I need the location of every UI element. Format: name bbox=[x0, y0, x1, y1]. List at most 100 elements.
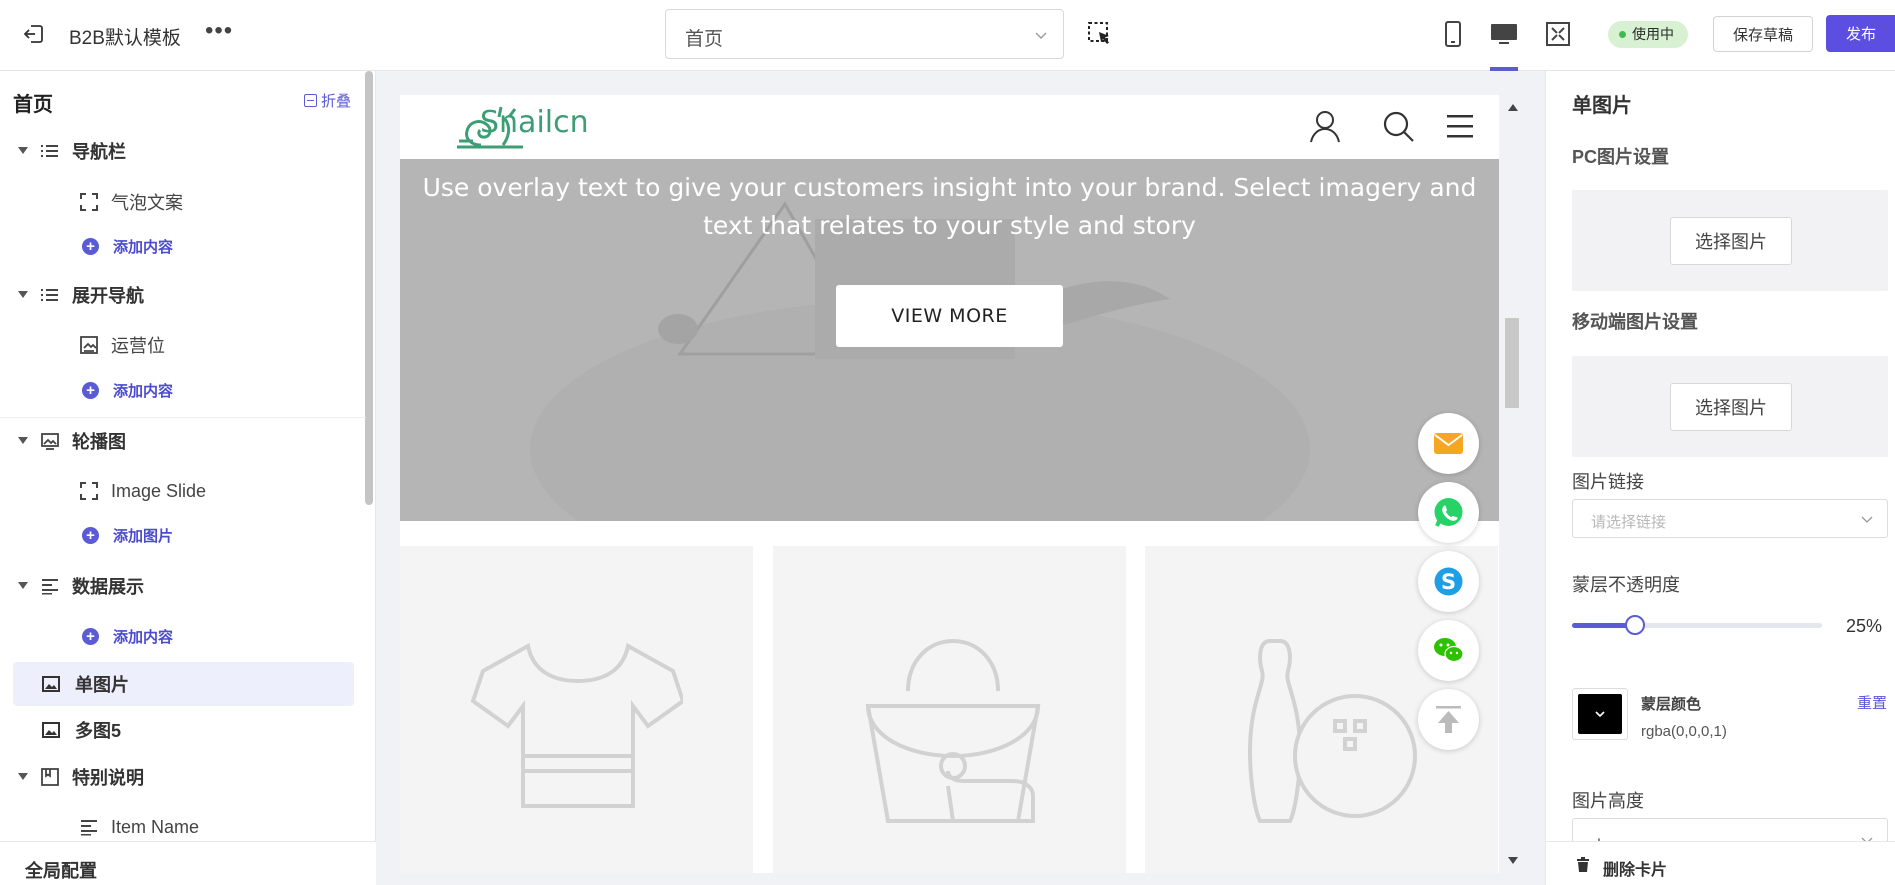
tree-item-label: Image Slide bbox=[111, 480, 207, 501]
image-link-placeholder: 请选择链接 bbox=[1591, 514, 1667, 531]
tree-item-operation[interactable]: 运营位 bbox=[0, 325, 370, 365]
image-icon bbox=[42, 722, 60, 738]
email-icon bbox=[1434, 433, 1463, 454]
text-lines-icon bbox=[42, 579, 58, 595]
hamburger-menu-icon[interactable] bbox=[1443, 109, 1477, 143]
panel-title: 首页 bbox=[13, 94, 53, 116]
skype-icon: S bbox=[1434, 567, 1463, 596]
opacity-slider-handle[interactable] bbox=[1624, 615, 1645, 635]
tree-item-special-note[interactable]: 特别说明 bbox=[0, 757, 370, 797]
plus-icon: + bbox=[82, 628, 99, 645]
canvas-scrollbar[interactable] bbox=[1503, 95, 1521, 873]
wechat-button[interactable] bbox=[1418, 620, 1479, 681]
plus-icon: + bbox=[82, 382, 99, 399]
collapse-button[interactable]: 折叠 bbox=[304, 90, 351, 111]
add-content-button[interactable]: + 添加内容 bbox=[0, 370, 370, 410]
pc-image-label: PC图片设置 bbox=[1572, 147, 1670, 167]
mask-color-picker[interactable] bbox=[1572, 688, 1628, 740]
global-config-footer[interactable]: 全局配置 bbox=[0, 841, 376, 885]
search-icon[interactable] bbox=[1381, 109, 1415, 143]
mobile-view-icon[interactable] bbox=[1438, 18, 1468, 50]
tree-item-label: 数据展示 bbox=[72, 577, 144, 597]
caret-down-icon[interactable] bbox=[18, 291, 28, 298]
skype-button[interactable]: S bbox=[1418, 551, 1479, 612]
desktop-view-icon[interactable] bbox=[1489, 18, 1519, 50]
more-options-icon[interactable]: ••• bbox=[205, 19, 233, 43]
page-select[interactable]: 首页 bbox=[665, 9, 1064, 59]
exit-icon[interactable] bbox=[22, 22, 46, 46]
tree-item-bubble[interactable]: 气泡文案 bbox=[0, 182, 370, 222]
user-icon[interactable] bbox=[1308, 109, 1342, 143]
add-content-label: 添加内容 bbox=[113, 628, 174, 646]
tree-item-label: 运营位 bbox=[111, 336, 165, 356]
product-card[interactable] bbox=[773, 546, 1126, 873]
caret-down-icon[interactable] bbox=[18, 773, 28, 780]
scroll-up-arrow-icon[interactable] bbox=[1508, 104, 1518, 111]
mask-color-value: rgba(0,0,0,1) bbox=[1641, 723, 1727, 740]
add-content-button[interactable]: + 添加内容 bbox=[0, 616, 370, 656]
tree-item-expand-nav[interactable]: 展开导航 bbox=[0, 275, 370, 315]
product-cards bbox=[400, 546, 1499, 873]
mobile-choose-image-button[interactable]: 选择图片 bbox=[1670, 383, 1792, 431]
chevron-down-icon bbox=[1861, 516, 1873, 523]
save-draft-button[interactable]: 保存草稿 bbox=[1713, 16, 1813, 52]
element-picker-icon[interactable] bbox=[1086, 20, 1114, 48]
add-image-button[interactable]: + 添加图片 bbox=[0, 515, 370, 555]
bookmark-box-icon bbox=[41, 768, 59, 786]
caret-down-icon[interactable] bbox=[18, 147, 28, 154]
whatsapp-button[interactable] bbox=[1418, 482, 1479, 543]
plus-icon: + bbox=[82, 238, 99, 255]
panel-title: 单图片 bbox=[1572, 95, 1632, 117]
tree-item-label: 特别说明 bbox=[72, 768, 144, 788]
text-lines-icon bbox=[81, 820, 97, 836]
tree-item-nav[interactable]: 导航栏 bbox=[0, 131, 370, 171]
delete-card-label: 删除卡片 bbox=[1603, 862, 1668, 879]
image-height-label: 图片高度 bbox=[1572, 791, 1644, 811]
tree-item-data-display[interactable]: 数据展示 bbox=[0, 566, 370, 606]
plus-icon: + bbox=[82, 527, 99, 544]
image-icon bbox=[42, 676, 60, 692]
mobile-image-box: 选择图片 bbox=[1572, 356, 1888, 457]
tshirt-icon bbox=[470, 642, 683, 808]
wechat-icon bbox=[1434, 638, 1464, 663]
opacity-value: 25% bbox=[1846, 616, 1883, 636]
logo-text: Snailcn bbox=[480, 105, 589, 140]
product-card[interactable] bbox=[400, 546, 753, 873]
scroll-down-arrow-icon[interactable] bbox=[1508, 857, 1518, 864]
tree-item-single-image[interactable]: 单图片 bbox=[0, 664, 370, 704]
add-content-label: 添加内容 bbox=[113, 382, 174, 400]
view-more-button[interactable]: VIEW MORE bbox=[836, 285, 1063, 347]
collapse-label: 折叠 bbox=[321, 93, 352, 110]
add-content-button[interactable]: + 添加内容 bbox=[0, 226, 370, 266]
image-card-icon bbox=[80, 336, 98, 354]
hero-text: Use overlay text to give your customers … bbox=[422, 173, 1477, 240]
publish-button[interactable]: 发布 bbox=[1826, 15, 1895, 52]
trash-icon bbox=[1577, 857, 1589, 872]
caret-down-icon[interactable] bbox=[18, 582, 28, 589]
preview-canvas: Snailcn Use overlay text to give your cu… bbox=[400, 95, 1499, 873]
back-to-top-button[interactable] bbox=[1418, 689, 1479, 750]
carousel-icon bbox=[41, 433, 59, 450]
email-button[interactable] bbox=[1418, 413, 1479, 474]
tree-item-carousel[interactable]: 轮播图 bbox=[0, 421, 370, 461]
property-panel: 单图片 PC图片设置 选择图片 移动端图片设置 选择图片 图片链接 请选择链接 … bbox=[1545, 71, 1895, 885]
caret-down-icon[interactable] bbox=[18, 437, 28, 444]
status-badge: 使用中 bbox=[1608, 21, 1688, 48]
fullscreen-icon[interactable] bbox=[1543, 18, 1573, 50]
tree-item-multi-image[interactable]: 多图5 bbox=[0, 710, 370, 750]
delete-card-footer[interactable]: 删除卡片 bbox=[1546, 841, 1895, 885]
tree-item-label: 轮播图 bbox=[72, 432, 126, 452]
scroll-thumb[interactable] bbox=[1505, 318, 1519, 408]
tree-item-label: 多图5 bbox=[75, 721, 122, 741]
pc-choose-image-button[interactable]: 选择图片 bbox=[1670, 217, 1792, 265]
image-link-select[interactable]: 请选择链接 bbox=[1572, 499, 1888, 538]
add-image-label: 添加图片 bbox=[113, 527, 174, 545]
opacity-slider[interactable] bbox=[1572, 615, 1822, 635]
reset-color-link[interactable]: 重置 bbox=[1857, 692, 1887, 713]
tree-item-label: Item Name bbox=[111, 816, 200, 837]
list-icon bbox=[41, 289, 58, 301]
tree-item-label: 气泡文案 bbox=[111, 193, 183, 213]
svg-text:S: S bbox=[1441, 570, 1456, 594]
tree-item-image-slide[interactable]: Image Slide bbox=[0, 471, 370, 511]
mobile-image-label: 移动端图片设置 bbox=[1572, 312, 1698, 332]
